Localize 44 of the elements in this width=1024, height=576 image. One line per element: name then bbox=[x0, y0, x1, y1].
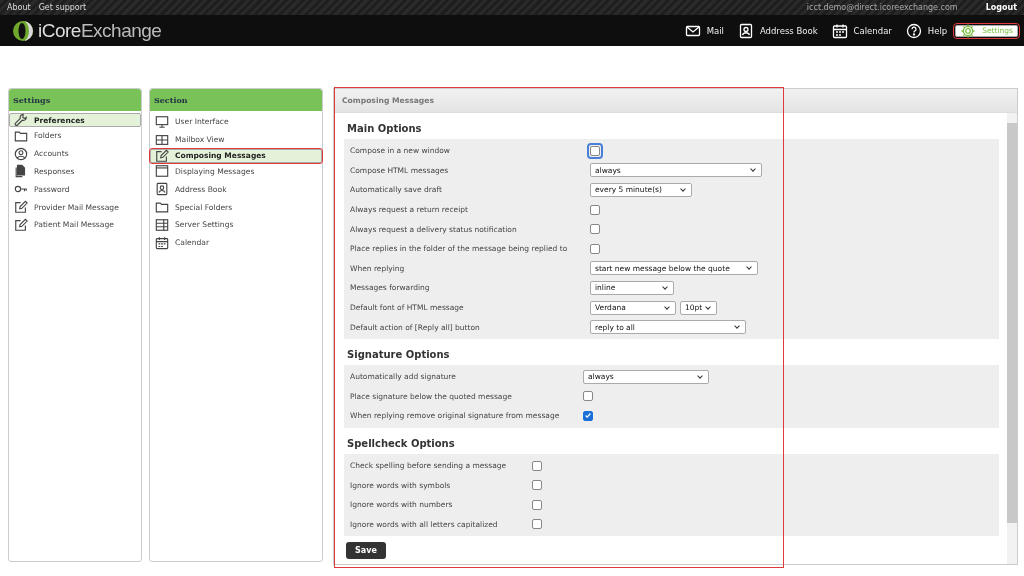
checkbox[interactable] bbox=[532, 460, 542, 471]
section-title: Signature Options bbox=[347, 348, 451, 360]
folder-icon bbox=[14, 128, 28, 143]
person-icon bbox=[14, 146, 28, 161]
checkbox[interactable] bbox=[583, 391, 593, 402]
nav-button[interactable]: Help bbox=[899, 15, 954, 46]
logo-text: iCoreExchange bbox=[38, 19, 162, 42]
gear-icon bbox=[960, 22, 977, 39]
calendar-icon bbox=[155, 235, 169, 250]
checkbox[interactable] bbox=[590, 224, 600, 235]
book-icon bbox=[155, 182, 169, 197]
section-title: Main Options bbox=[347, 123, 423, 134]
save-button[interactable]: Save bbox=[346, 542, 386, 560]
folder-icon bbox=[155, 200, 169, 215]
calendar-icon bbox=[831, 22, 848, 39]
book-icon bbox=[737, 22, 754, 39]
checkbox[interactable] bbox=[532, 480, 542, 491]
nav-button[interactable]: Mail bbox=[678, 15, 730, 46]
checkbox[interactable] bbox=[590, 204, 600, 215]
logo-icon bbox=[12, 19, 34, 42]
checkbox[interactable] bbox=[532, 519, 542, 530]
edit-icon bbox=[155, 148, 169, 163]
checkbox[interactable] bbox=[532, 499, 542, 510]
panel-header: Settings bbox=[9, 89, 141, 111]
checkbox[interactable] bbox=[590, 243, 600, 254]
top-link[interactable]: Get support bbox=[38, 3, 87, 12]
server-icon bbox=[155, 217, 169, 232]
grid-icon bbox=[155, 132, 169, 147]
top-link[interactable]: About bbox=[7, 3, 31, 12]
nav-button[interactable]: Calendar bbox=[825, 15, 898, 46]
monitor-icon bbox=[155, 114, 169, 129]
edit-icon bbox=[14, 217, 28, 232]
wrench-icon bbox=[14, 113, 28, 127]
nav-button[interactable]: Address Book bbox=[731, 15, 824, 46]
edit-icon bbox=[14, 200, 28, 215]
help-icon bbox=[905, 22, 922, 39]
user-email: icct.demo@direct.icoreexchange.com bbox=[806, 3, 958, 12]
panel-header: Section bbox=[150, 89, 322, 111]
pages-icon bbox=[14, 164, 28, 179]
logout-link[interactable]: Logout bbox=[985, 3, 1017, 12]
window-icon bbox=[155, 164, 169, 179]
checkbox[interactable] bbox=[583, 410, 593, 421]
scrollbar[interactable] bbox=[1007, 113, 1017, 564]
section-title: Spellcheck Options bbox=[347, 437, 456, 449]
